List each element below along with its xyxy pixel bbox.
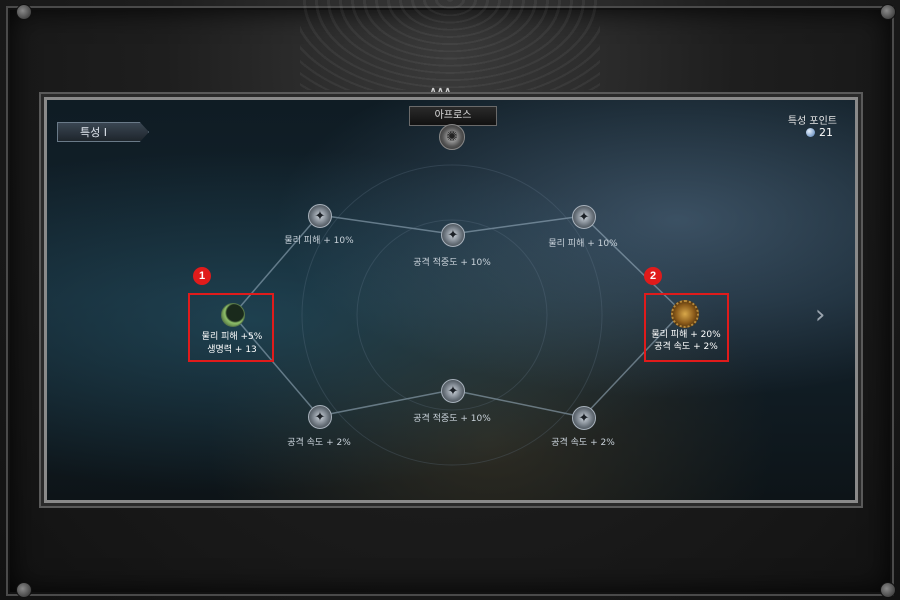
trait-node-bottom-right[interactable]: ✦ [572, 406, 596, 430]
corner-rivet [880, 582, 896, 598]
trait-node-bottom-center[interactable]: ✦ [441, 379, 465, 403]
connection-lines [232, 164, 683, 466]
trait-node-label: 공격 적중도 + 10% [413, 414, 491, 424]
chevron-right-icon[interactable]: › [815, 300, 825, 330]
orb-icon [806, 128, 815, 137]
moon-icon[interactable] [221, 303, 245, 327]
sun-icon[interactable] [671, 300, 699, 328]
trait-points-value: 21 [806, 126, 833, 139]
callout-right-line2: 공격 속도 + 2% [654, 342, 718, 352]
trait-points-label: 특성 포인트 [787, 116, 837, 127]
shuriken-icon: ✦ [314, 409, 326, 425]
trait-node-label: 공격 속도 + 2% [287, 438, 351, 448]
shuriken-icon: ✦ [578, 209, 590, 225]
panel-title: 아프로스 [409, 106, 497, 126]
shuriken-icon: ✦ [578, 410, 590, 426]
trait-points-count: 21 [819, 126, 833, 139]
callout-badge-1: 1 [193, 267, 211, 285]
trait-node-label: 물리 피해 + 10% [548, 239, 618, 249]
tree-emblem-icon: ✺ [439, 124, 465, 150]
callout-badge-2: 2 [644, 267, 662, 285]
trait-panel: 아프로스 ✺ 특성 I 특성 포인트 21 ✦ 물리 피해 + 10% ✦ 공격… [44, 97, 858, 503]
trait-node-top-left[interactable]: ✦ [308, 204, 332, 228]
trait-node-top-right[interactable]: ✦ [572, 205, 596, 229]
trait-node-top-center[interactable]: ✦ [441, 223, 465, 247]
tab-trait-1[interactable]: 특성 I [57, 122, 149, 142]
callout-right-line1: 물리 피해 + 20% [651, 330, 721, 340]
shuriken-icon: ✦ [447, 383, 459, 399]
callout-left-line1: 물리 피해 +5% [201, 332, 263, 342]
corner-rivet [16, 582, 32, 598]
shuriken-icon: ✦ [314, 208, 326, 224]
corner-rivet [16, 4, 32, 20]
trait-node-label: 물리 피해 + 10% [284, 236, 354, 246]
trait-node-label: 공격 적중도 + 10% [413, 258, 491, 268]
shuriken-icon: ✦ [447, 227, 459, 243]
swirl-ornament [300, 0, 600, 90]
callout-left-line2: 생명력 + 13 [207, 345, 257, 355]
trait-node-bottom-left[interactable]: ✦ [308, 405, 332, 429]
corner-rivet [880, 4, 896, 20]
trait-node-label: 공격 속도 + 2% [551, 438, 615, 448]
